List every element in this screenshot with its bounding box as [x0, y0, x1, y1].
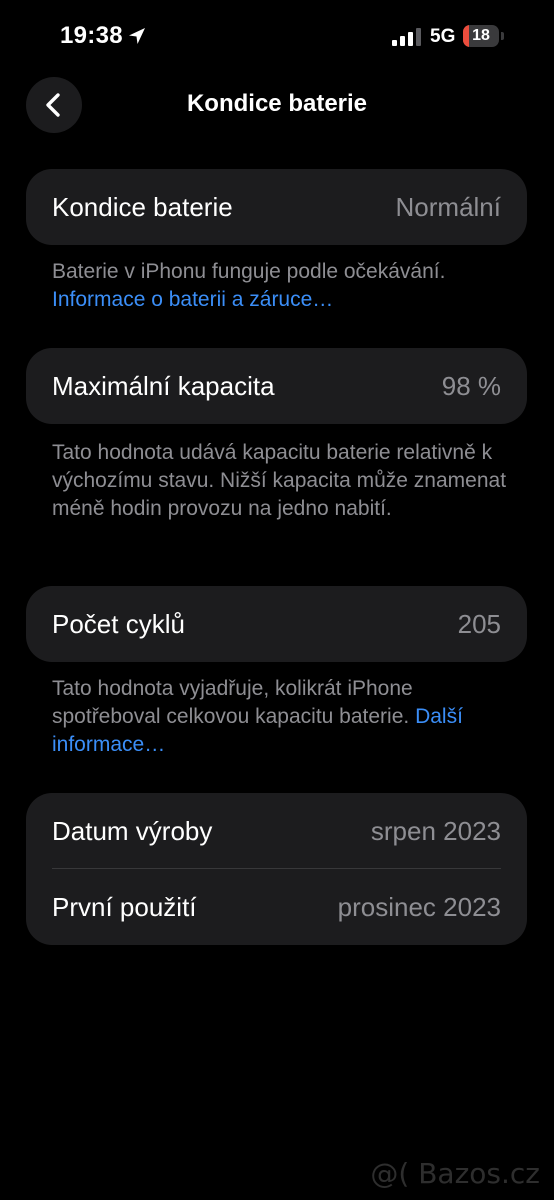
cycle-count-value: 205 — [457, 609, 501, 639]
first-use-row[interactable]: První použití prosinec 2023 — [26, 869, 527, 945]
status-bar: 19:38 5G 18 — [0, 0, 554, 76]
network-type: 5G — [430, 26, 456, 47]
battery-warranty-link[interactable]: Informace o baterii a záruce… — [52, 288, 333, 311]
cycle-count-row[interactable]: Počet cyklů 205 — [26, 586, 527, 662]
battery-icon: 18 — [463, 25, 505, 49]
max-capacity-label: Maximální kapacita — [52, 371, 275, 401]
battery-health-card: Kondice baterie Normální — [26, 169, 527, 245]
battery-health-note-text: Baterie v iPhonu funguje podle očekávání… — [52, 260, 446, 283]
battery-health-label: Kondice baterie — [52, 192, 233, 222]
dates-card: Datum výroby srpen 2023 První použití pr… — [26, 793, 527, 945]
manufacture-date-label: Datum výroby — [52, 816, 213, 846]
manufacture-date-row[interactable]: Datum výroby srpen 2023 — [26, 793, 527, 869]
cycle-count-note-text: Tato hodnota vyjadřuje, kolikrát iPhone … — [52, 677, 416, 728]
max-capacity-value: 98 % — [441, 371, 501, 401]
first-use-label: První použití — [52, 892, 197, 922]
battery-level: 18 — [472, 27, 490, 44]
location-arrow-icon — [129, 28, 145, 44]
cycle-count-label: Počet cyklů — [52, 609, 185, 639]
watermark: @( Bazos.cz — [370, 1157, 540, 1190]
cycle-count-card: Počet cyklů 205 — [26, 586, 527, 662]
battery-health-value: Normální — [395, 192, 501, 222]
manufacture-date-value: srpen 2023 — [370, 816, 501, 846]
max-capacity-note: Tato hodnota udává kapacitu baterie rela… — [52, 441, 507, 520]
status-time: 19:38 — [60, 22, 123, 49]
page-title: Kondice baterie — [186, 90, 368, 117]
first-use-value: prosinec 2023 — [337, 892, 501, 922]
max-capacity-row[interactable]: Maximální kapacita 98 % — [26, 348, 527, 424]
max-capacity-card: Maximální kapacita 98 % — [26, 348, 527, 424]
cellular-signal-icon — [392, 28, 421, 46]
cycle-count-note: Tato hodnota vyjadřuje, kolikrát iPhone … — [52, 675, 522, 759]
battery-health-note: Baterie v iPhonu funguje podle očekávání… — [52, 258, 522, 314]
battery-health-row[interactable]: Kondice baterie Normální — [26, 169, 527, 245]
